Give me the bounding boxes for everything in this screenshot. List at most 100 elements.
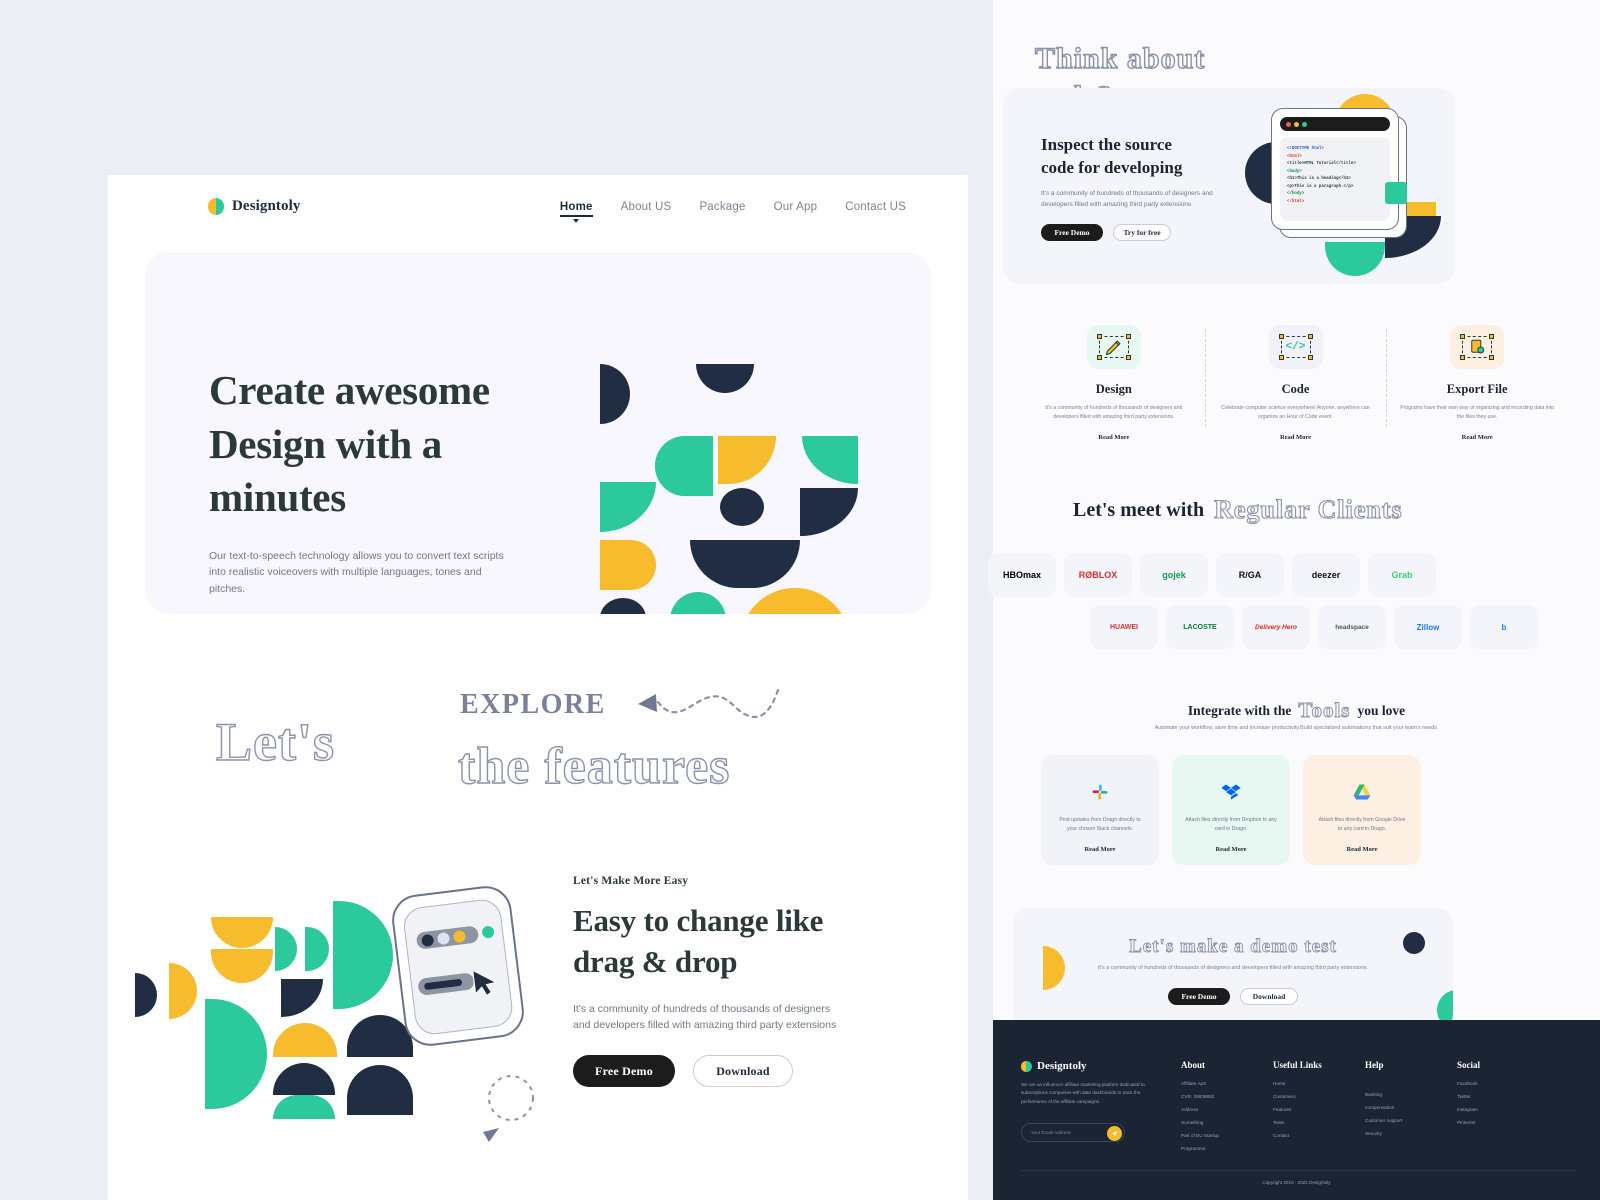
- feature-card-design[interactable]: Design It's a community of hundreds of t…: [1023, 325, 1205, 441]
- feature-card-code[interactable]: </> Code Celebrate computer science ever…: [1204, 325, 1387, 441]
- swatch-light[interactable]: [436, 931, 451, 945]
- footer-link[interactable]: Security: [1365, 1131, 1457, 1136]
- footer-link[interactable]: Home: [1273, 1081, 1365, 1086]
- email-subscribe-field[interactable]: Your Email Address: [1021, 1122, 1125, 1142]
- swatch-navy[interactable]: [420, 933, 435, 947]
- shape-quarter-circle: [802, 436, 858, 484]
- send-icon[interactable]: [1107, 1125, 1122, 1141]
- nav-item-home[interactable]: Home: [559, 201, 593, 223]
- hero-title-line-1: Create awesome: [209, 367, 490, 413]
- footer-link[interactable]: CVR: 39838882: [1181, 1094, 1273, 1099]
- window-minimize-dot[interactable]: [1294, 121, 1299, 127]
- hero-title-line-3: minutes: [209, 474, 346, 521]
- code-line: <title>HTML Tutorial</title>: [1287, 162, 1356, 167]
- swatch-gold[interactable]: [452, 929, 467, 943]
- shape-quarter-circle: [718, 436, 776, 484]
- code-window-front: <!DOCTYPE html> <html> <title>HTML Tutor…: [1271, 108, 1399, 230]
- shape-half-circle: [211, 949, 273, 983]
- inspect-source-card: Inspect the source code for developing I…: [1003, 88, 1455, 284]
- client-logo-zillow: Zillow: [1394, 605, 1462, 649]
- shape-half-circle: [655, 436, 713, 496]
- read-more-link[interactable]: Read More: [1217, 434, 1375, 441]
- feature-card-title: Export File: [1446, 382, 1508, 396]
- window-close-dot[interactable]: [1286, 121, 1291, 127]
- hero-title-line-2: Design with a: [209, 420, 443, 467]
- feature-card-title: Code: [1281, 382, 1310, 396]
- client-logo-gojek: gojek: [1140, 553, 1208, 597]
- shape-quarter-circle: [600, 482, 656, 532]
- free-demo-button[interactable]: Free Demo: [1041, 224, 1103, 241]
- client-logo-roblox: RØBLOX: [1064, 553, 1132, 597]
- code-line: <p>This is a paragraph.</p>: [1287, 184, 1354, 189]
- window-maximize-dot[interactable]: [1302, 121, 1307, 127]
- footer-column-social: Social Facebook Twitter Instagram Pinter…: [1457, 1060, 1549, 1159]
- feature-card-text: It's a community of hundreds of thousand…: [1045, 405, 1183, 421]
- footer-link[interactable]: Banking: [1365, 1092, 1457, 1097]
- shape-half-circle: [275, 927, 297, 971]
- nav-item-about-us[interactable]: About US: [621, 201, 672, 213]
- footer-link[interactable]: Team: [1273, 1120, 1365, 1125]
- footer-link[interactable]: Address: [1181, 1107, 1273, 1112]
- footer-link[interactable]: Affiliate ApS: [1181, 1081, 1273, 1086]
- shape-half-circle: [690, 540, 800, 588]
- download-button[interactable]: Download: [693, 1055, 793, 1088]
- footer-link[interactable]: Contact: [1273, 1133, 1365, 1138]
- footer-link[interactable]: Pinterest: [1457, 1120, 1549, 1125]
- think-about-line-1: Think about: [1034, 41, 1206, 75]
- shape-half-circle: [273, 1095, 335, 1119]
- feature-cards-row: Design It's a community of hundreds of t…: [1023, 325, 1568, 441]
- client-logo-grab: Grab: [1368, 553, 1436, 597]
- footer-column-about: About Affiliate ApS CVR: 39838882 Addres…: [1181, 1060, 1273, 1159]
- shape-half-circle: [135, 973, 157, 1017]
- footer-column-help: Help Banking compensation Customer suppo…: [1365, 1060, 1457, 1159]
- free-demo-button[interactable]: Free Demo: [573, 1055, 675, 1088]
- brand-logo[interactable]: Designtoly: [208, 198, 301, 215]
- footer-link[interactable]: Customer support: [1365, 1118, 1457, 1123]
- footer-link[interactable]: Instagram: [1457, 1107, 1549, 1112]
- shape-half-circle: [696, 364, 754, 393]
- arrow-squiggle-icon: [638, 688, 780, 718]
- code-line: <!DOCTYPE html>: [1287, 147, 1324, 151]
- logo-mark-icon: [208, 198, 225, 215]
- drag-drop-title-line-2: drag & drop: [573, 943, 738, 979]
- client-logo-lacoste: LACOSTE: [1166, 605, 1234, 649]
- download-button[interactable]: Download: [1240, 988, 1298, 1005]
- inspect-source-copy: Inspect the source code for developing I…: [1041, 134, 1241, 241]
- footer-link[interactable]: compensation: [1365, 1105, 1457, 1110]
- footer-link[interactable]: Something: [1181, 1120, 1273, 1125]
- client-logo-huawei: HUAWEI: [1090, 605, 1158, 649]
- export-badge-icon: [1385, 182, 1407, 204]
- read-more-link[interactable]: Read More: [1398, 434, 1556, 441]
- footer-link[interactable]: Programme: [1181, 1146, 1273, 1151]
- slider-fill: [423, 978, 463, 991]
- code-icon: </>: [1268, 325, 1323, 369]
- client-logo-headspace: headspace: [1318, 605, 1386, 649]
- clients-heading-solid: Let's meet with: [1073, 498, 1205, 521]
- footer-link[interactable]: Features: [1273, 1107, 1365, 1112]
- feature-card-export-file[interactable]: Export File Programs have their own way …: [1386, 325, 1568, 441]
- footer-link[interactable]: Facebook: [1457, 1081, 1549, 1086]
- nav-item-our-app[interactable]: Our App: [774, 201, 818, 213]
- shape-quarter-circle: [281, 979, 323, 1017]
- drag-drop-subtitle: It's a community of hundreds of thousand…: [573, 1002, 837, 1032]
- free-demo-button[interactable]: Free Demo: [1168, 988, 1230, 1005]
- drag-drop-geometric-illustration: [133, 875, 423, 1119]
- inspect-source-title: Inspect the source code for developing: [1041, 134, 1241, 179]
- nav-item-package[interactable]: Package: [699, 201, 745, 213]
- dashed-circle-arrow-icon: [483, 1075, 534, 1142]
- export-icon: [1450, 325, 1505, 369]
- drag-drop-section: Let's Make More Easy Easy to change like…: [108, 875, 968, 1175]
- nav-item-contact-us[interactable]: Contact US: [845, 201, 906, 213]
- shape-circle: [600, 598, 646, 614]
- read-more-link[interactable]: Read More: [1035, 434, 1193, 441]
- shape-half-circle: [600, 540, 656, 590]
- try-for-free-button[interactable]: Try for free: [1113, 224, 1171, 241]
- demo-title: Let's make a demo test: [1129, 936, 1337, 958]
- footer-column-title: Social: [1457, 1060, 1481, 1070]
- footer-link[interactable]: Twitter: [1457, 1094, 1549, 1099]
- footer-link[interactable]: Part of EU Startup: [1181, 1133, 1273, 1138]
- code-line: </body>: [1287, 192, 1305, 197]
- left-landing-page-board: Designtoly Home About US Package Our App…: [108, 175, 968, 1200]
- client-logo-deezer: deezer: [1292, 553, 1360, 597]
- footer-link[interactable]: Customers: [1273, 1094, 1365, 1099]
